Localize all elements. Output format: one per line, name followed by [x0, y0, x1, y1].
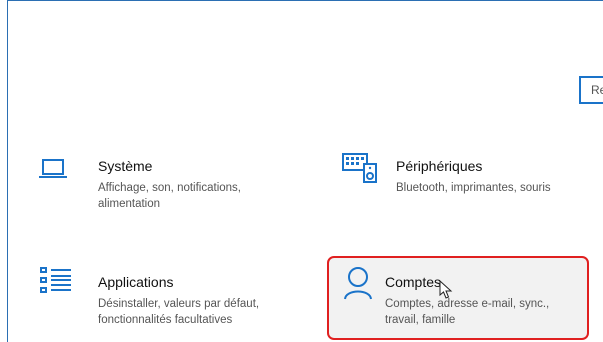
search-input[interactable]: Re: [579, 76, 603, 104]
tile-title: Applications: [98, 274, 174, 290]
tile-applications[interactable]: Applications Désinstaller, valeurs par d…: [28, 260, 298, 340]
tile-systeme[interactable]: Système Affichage, son, notifications, a…: [28, 148, 298, 228]
tile-description: Désinstaller, valeurs par défaut, foncti…: [98, 298, 260, 326]
tile-description: Bluetooth, imprimantes, souris: [396, 182, 551, 194]
tile-title: Périphériques: [396, 158, 483, 174]
tile-description: Affichage, son, notifications, alimentat…: [98, 182, 241, 210]
tile-comptes[interactable]: Comptes Comptes, adresse e-mail, sync., …: [327, 256, 589, 340]
tile-title: Système: [98, 158, 153, 174]
tile-peripheriques[interactable]: Périphériques Bluetooth, imprimantes, so…: [330, 148, 600, 228]
tile-title: Comptes: [385, 274, 442, 290]
keyboard-speaker-icon: [342, 152, 378, 189]
apps-list-icon: [40, 266, 72, 301]
person-icon: [343, 266, 373, 305]
laptop-icon: [38, 158, 68, 185]
tile-description: Comptes, adresse e-mail, sync., travail,…: [385, 298, 550, 326]
mouse-cursor-icon: [439, 279, 453, 305]
